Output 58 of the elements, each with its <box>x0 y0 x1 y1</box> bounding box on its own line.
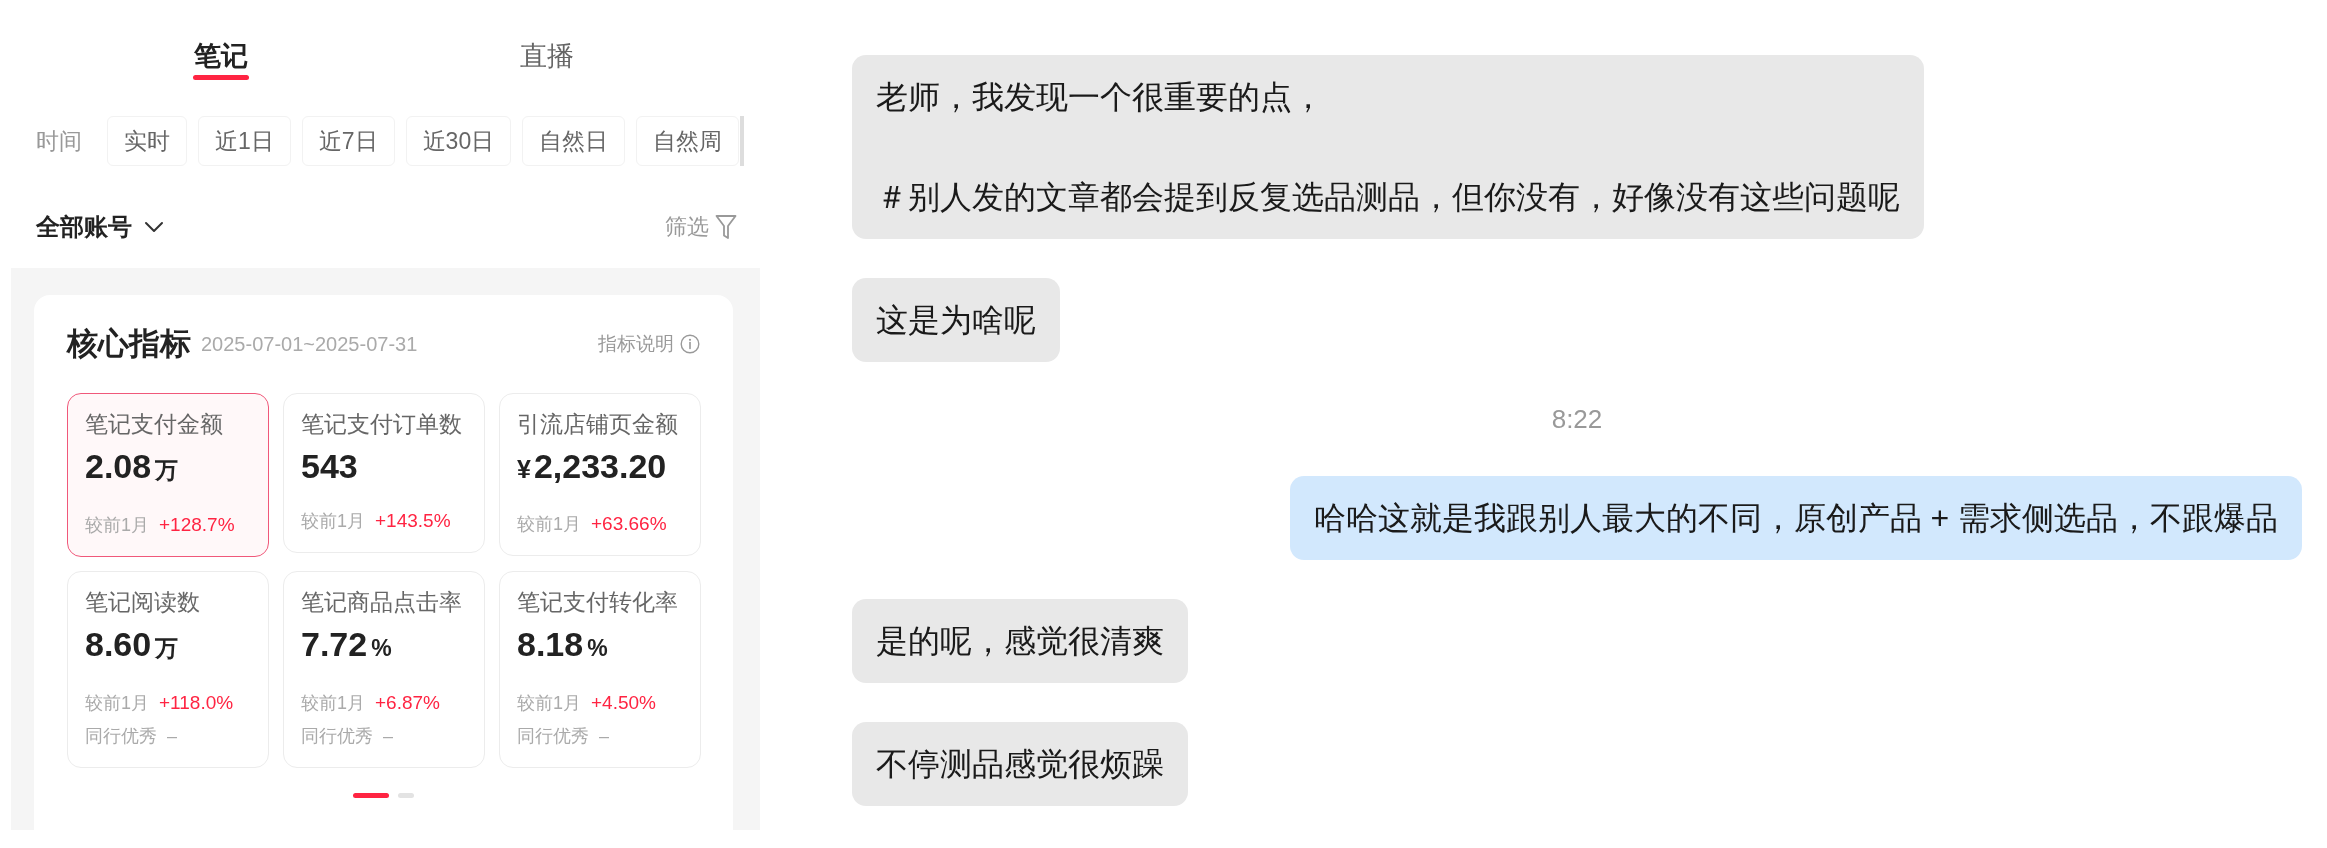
info-icon <box>680 334 700 354</box>
metric-tile[interactable]: 笔记阅读数 8.60 万 较前1月 +118.0% 同行优秀 – <box>67 571 269 768</box>
tab[interactable]: 笔记 <box>193 38 249 100</box>
time-range-chip[interactable]: 实时 <box>107 116 187 166</box>
date-range: 2025-07-01~2025-07-31 <box>201 332 418 357</box>
metric-label: 笔记商品点击率 <box>301 588 462 617</box>
compare-label: 较前1月 <box>301 510 365 533</box>
time-range-chip[interactable]: 自然日 <box>522 116 626 166</box>
peer-value: – <box>383 725 393 748</box>
change-value: +6.87% <box>375 691 440 715</box>
message-text: 不停测品感觉很烦躁 <box>876 745 1164 784</box>
time-range-chip[interactable]: 自然周 <box>636 116 740 166</box>
change-value: +143.5% <box>375 509 451 533</box>
peer-value: – <box>167 725 177 748</box>
message-text: 是的呢，感觉很清爽 <box>876 622 1164 661</box>
metric-tile[interactable]: 引流店铺页金额 ¥2,233.20 较前1月 +63.66% <box>499 393 701 556</box>
compare-label: 较前1月 <box>85 692 149 715</box>
metric-tile[interactable]: 笔记商品点击率 7.72% 较前1月 +6.87% 同行优秀 – <box>283 571 485 768</box>
metric-label: 笔记支付订单数 <box>301 410 462 439</box>
time-range-chip[interactable]: 近1日 <box>198 116 291 166</box>
card-title: 核心指标 <box>67 325 191 363</box>
metric-value: 543 <box>301 446 358 487</box>
metric-value: 8.60 万 <box>85 624 179 665</box>
change-value: +63.66% <box>591 512 667 536</box>
metric-label: 笔记支付转化率 <box>517 588 678 617</box>
metric-tile[interactable]: 笔记支付转化率 8.18% 较前1月 +4.50% 同行优秀 – <box>499 571 701 768</box>
metric-value: 8.18% <box>517 624 608 665</box>
peer-label: 同行优秀 <box>85 725 157 748</box>
message-text: 老师，我发现一个很重要的点， <box>876 78 1324 117</box>
compare-label: 较前1月 <box>301 692 365 715</box>
peer-label: 同行优秀 <box>517 725 589 748</box>
change-value: +118.0% <box>159 691 234 715</box>
metric-label: 笔记阅读数 <box>85 588 200 617</box>
metric-value: 7.72% <box>301 624 392 665</box>
tab[interactable]: 直播 <box>519 38 575 100</box>
compare-label: 较前1月 <box>517 692 581 715</box>
change-value: +4.50% <box>591 691 656 715</box>
peer-label: 同行优秀 <box>301 725 373 748</box>
compare-label: 较前1月 <box>517 513 581 536</box>
account-dropdown[interactable]: 全部账号 <box>36 211 164 243</box>
metric-tile[interactable]: 笔记支付金额 2.08 万 较前1月 +128.7% <box>67 393 269 557</box>
metric-label: 引流店铺页金额 <box>517 410 678 439</box>
metric-value: ¥2,233.20 <box>517 446 667 487</box>
message-text: 这是为啥呢 <box>876 301 1036 340</box>
compare-label: 较前1月 <box>85 514 149 537</box>
metric-label: 笔记支付金额 <box>85 410 223 439</box>
timestamp: 8:22 <box>1551 403 1603 436</box>
chevron-down-icon <box>144 221 164 233</box>
metric-value: 2.08 万 <box>85 446 179 487</box>
change-value: +128.7% <box>159 513 235 537</box>
time-range-chip[interactable]: 近30日 <box>405 116 512 166</box>
filter-icon <box>715 214 737 240</box>
message-text: 哈哈这就是我跟别人最大的不同，原创产品 + 需求侧选品，不跟爆品 <box>1313 499 2278 538</box>
metric-tile[interactable]: 笔记支付订单数 543 较前1月 +143.5% <box>283 393 485 553</box>
time-label: 时间 <box>36 127 82 156</box>
time-range-chip[interactable]: 近7日 <box>301 116 395 166</box>
message-text: ＃别人发的文章都会提到反复选品测品，但你没有，好像没有这些问题呢 <box>876 178 1900 217</box>
peer-value: – <box>599 725 609 748</box>
